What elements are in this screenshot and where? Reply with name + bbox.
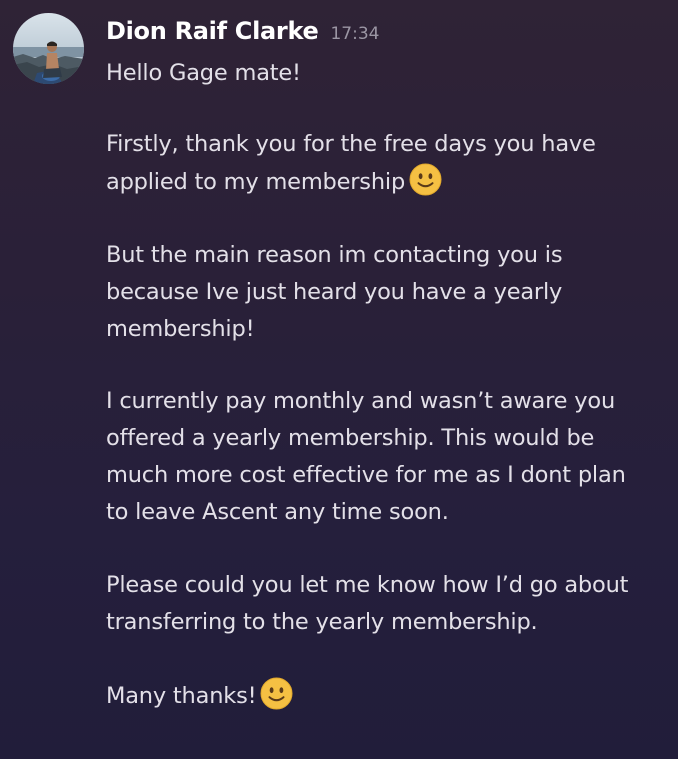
message-line: offered a yearly membership. This would …	[106, 425, 595, 451]
user-avatar[interactable]	[13, 13, 84, 84]
message-line-text: applied to my membership	[106, 169, 406, 195]
message-header: Dion Raif Clarke 17:34	[106, 17, 379, 51]
message-line: membership!	[106, 316, 255, 342]
author-name[interactable]: Dion Raif Clarke	[106, 17, 319, 45]
message-line: Firstly, thank you for the free days you…	[106, 131, 596, 157]
message-line: to leave Ascent any time soon.	[106, 499, 449, 525]
chat-message: Dion Raif Clarke 17:34 Hello Gage mate! F…	[0, 0, 678, 759]
avatar-photo-icon	[13, 13, 84, 84]
message-line-with-emoji: Many thanks!	[106, 677, 671, 715]
slightly-smiling-face-emoji-icon	[260, 677, 293, 710]
message-line: Hello Gage mate!	[106, 60, 301, 86]
message-paragraph: But the main reason im contacting you is…	[106, 237, 671, 348]
message-line: because Ive just heard you have a yearly	[106, 279, 563, 305]
slightly-smiling-face-emoji-icon	[409, 163, 442, 196]
message-timestamp: 17:34	[330, 24, 380, 44]
message-line: transferring to the yearly membership.	[106, 609, 538, 635]
message-paragraph: I currently pay monthly and wasn’t aware…	[106, 383, 671, 531]
message-line: I currently pay monthly and wasn’t aware…	[106, 388, 616, 414]
message-line: But the main reason im contacting you is	[106, 242, 563, 268]
message-paragraph: Firstly, thank you for the free days you…	[106, 126, 671, 201]
message-line-with-emoji: applied to my membership	[106, 163, 671, 201]
message-paragraph: Please could you let me know how I’d go …	[106, 567, 671, 641]
message-paragraph: Many thanks!	[106, 677, 671, 715]
message-line-text: Many thanks!	[106, 683, 257, 709]
message-paragraph: Hello Gage mate!	[106, 55, 671, 92]
message-line: Please could you let me know how I’d go …	[106, 572, 629, 598]
message-line: much more cost effective for me as I don…	[106, 462, 626, 488]
